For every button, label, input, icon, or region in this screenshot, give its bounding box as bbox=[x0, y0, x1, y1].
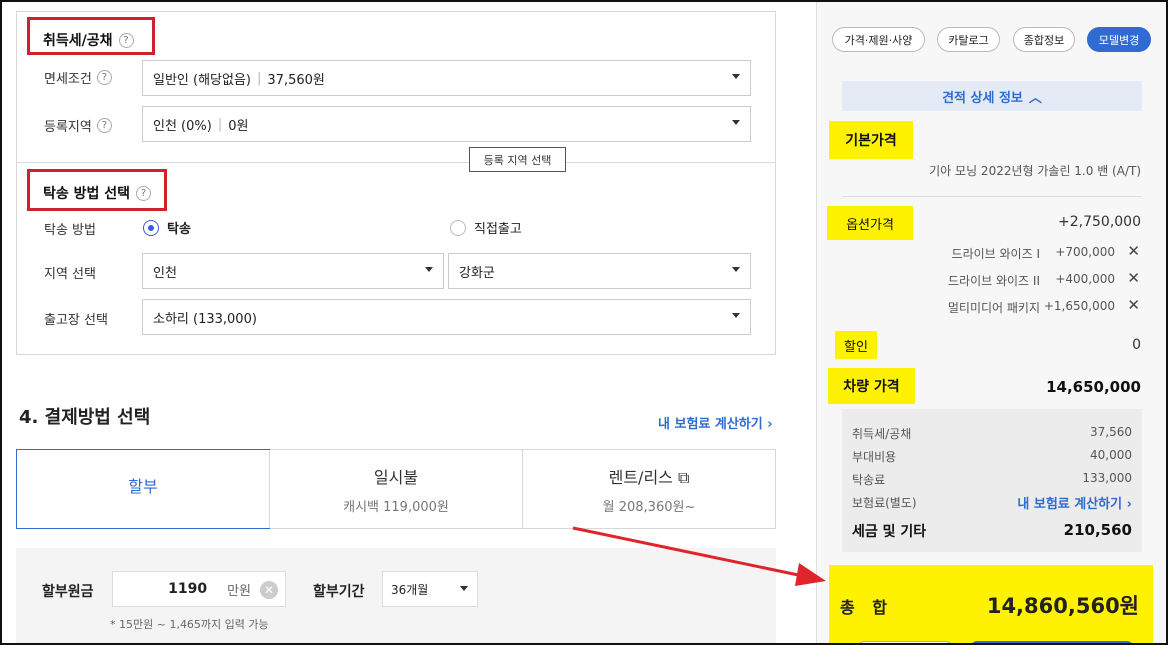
insurance-calc-link[interactable]: 내 보험료 계산하기 › bbox=[1017, 493, 1132, 512]
option-price: +700,000 bbox=[1055, 245, 1115, 259]
release-center-label: 출고장 선택 bbox=[44, 313, 108, 328]
help-icon[interactable]: ? bbox=[96, 70, 112, 85]
tax-exemption-select[interactable]: 일반인 (해당없음) | 37,560원 bbox=[142, 60, 751, 96]
spec-button[interactable]: 가격·제원·사양 bbox=[832, 27, 925, 52]
radio-direct-pickup[interactable]: 직접출고 bbox=[450, 218, 522, 237]
tab-lump-sum[interactable]: 일시불 캐시백 119,000원 bbox=[269, 450, 522, 528]
help-icon[interactable]: ? bbox=[136, 185, 152, 201]
registration-region-select[interactable]: 인천 (0%) | 0원 bbox=[142, 106, 751, 142]
tax-fee-box: 취득세/공채 37,560 부대비용 40,000 탁송료 133,000 보험… bbox=[842, 409, 1142, 552]
delivery-section-title: 탁송 방법 선택 ? bbox=[43, 183, 152, 203]
fee-value: 133,000 bbox=[1082, 471, 1132, 485]
primary-action-button[interactable] bbox=[971, 641, 1133, 645]
tax-exemption-label: 면세조건 ? bbox=[44, 68, 112, 87]
car-price-value: 14,650,000 bbox=[1046, 378, 1141, 396]
tab-installment[interactable]: 할부 bbox=[16, 449, 270, 529]
chevron-down-icon bbox=[732, 267, 740, 272]
remove-option-icon[interactable]: ✕ bbox=[1127, 269, 1140, 287]
chevron-down-icon bbox=[425, 267, 433, 272]
tax-total-value: 210,560 bbox=[1063, 521, 1132, 539]
secondary-action-button[interactable] bbox=[858, 641, 952, 645]
clear-icon[interactable]: ✕ bbox=[260, 581, 278, 599]
installment-panel: 할부원금 1190 만원 ✕ 할부기간 36개월 * 15만원 ~ 1,465까… bbox=[16, 548, 776, 645]
option-price-label: 옵션가격 bbox=[827, 206, 913, 240]
principal-label: 할부원금 bbox=[42, 584, 94, 600]
radio-checked-icon bbox=[143, 219, 159, 236]
section-divider bbox=[17, 162, 775, 163]
insurance-calc-link[interactable]: 내 보험료 계산하기 › bbox=[658, 413, 773, 432]
principal-input[interactable]: 1190 만원 ✕ bbox=[112, 571, 286, 607]
catalog-button[interactable]: 카탈로그 bbox=[937, 27, 1000, 52]
change-model-button[interactable]: 모델변경 bbox=[1087, 27, 1151, 52]
release-center-select[interactable]: 소하리 (133,000) bbox=[142, 299, 751, 335]
base-price-label: 기본가격 bbox=[829, 121, 913, 159]
detail-toggle[interactable]: 견적 상세 정보 ︿ bbox=[842, 81, 1142, 111]
tax-total-label: 세금 및 기타 bbox=[852, 524, 927, 540]
radio-unchecked-icon bbox=[450, 219, 466, 236]
principal-hint: * 15만원 ~ 1,465까지 입력 가능 bbox=[110, 618, 269, 631]
estimate-summary: 가격·제원·사양 카탈로그 종합정보 모델변경 견적 상세 정보 ︿ 기본가격 … bbox=[816, 0, 1168, 645]
radio-delivery[interactable]: 탁송 bbox=[143, 218, 191, 237]
chevron-down-icon bbox=[732, 313, 740, 318]
overview-button[interactable]: 종합정보 bbox=[1013, 27, 1075, 52]
district-select[interactable]: 강화군 bbox=[448, 253, 751, 289]
option-price: +1,650,000 bbox=[1043, 299, 1115, 313]
fee-name: 부대비용 bbox=[852, 450, 897, 464]
remove-option-icon[interactable]: ✕ bbox=[1127, 296, 1140, 314]
help-icon[interactable]: ? bbox=[96, 118, 112, 133]
option-name: 드라이브 와이즈 II bbox=[948, 274, 1040, 288]
base-price-desc: 기아 모닝 2022년형 가솔린 1.0 밴 (A/T) bbox=[929, 164, 1141, 178]
grand-total-label: 총 합 bbox=[840, 598, 894, 617]
period-select[interactable]: 36개월 bbox=[382, 571, 478, 607]
region-tooltip: 등록 지역 선택 bbox=[469, 147, 566, 172]
discount-label: 할인 bbox=[835, 331, 877, 359]
chevron-down-icon bbox=[732, 120, 740, 125]
discount-value: 0 bbox=[1132, 337, 1141, 353]
car-price-label: 차량 가격 bbox=[828, 368, 915, 404]
tax-section-title: 취득세/공채 ? bbox=[43, 30, 134, 50]
option-price-total: +2,750,000 bbox=[1058, 214, 1141, 230]
grand-total: 총 합 14,860,560원 bbox=[829, 565, 1153, 645]
payment-heading: 4. 결제방법 선택 bbox=[19, 407, 151, 428]
chevron-up-icon: ︿ bbox=[1028, 90, 1042, 106]
divider bbox=[842, 196, 1142, 197]
chevron-down-icon bbox=[460, 586, 468, 591]
fee-value: 40,000 bbox=[1090, 448, 1132, 462]
tab-rent-lease[interactable]: 렌트/리스 ⧉ 월 208,360원~ bbox=[522, 450, 775, 528]
fee-name: 탁송료 bbox=[852, 473, 886, 487]
region-label: 지역 선택 bbox=[44, 267, 96, 282]
payment-tabs: 할부 일시불 캐시백 119,000원 렌트/리스 ⧉ 월 208,360원~ bbox=[16, 449, 776, 529]
registration-region-label: 등록지역 ? bbox=[44, 116, 112, 135]
option-price: +400,000 bbox=[1055, 272, 1115, 286]
region-select[interactable]: 인천 bbox=[142, 253, 444, 289]
tax-delivery-box: 취득세/공채 ? 면세조건 ? 일반인 (해당없음) | 37,560원 등록지역 … bbox=[16, 11, 776, 355]
period-label: 할부기간 bbox=[313, 584, 365, 600]
delivery-method-label: 탁송 방법 bbox=[44, 223, 96, 238]
remove-option-icon[interactable]: ✕ bbox=[1127, 242, 1140, 260]
insurance-label: 보험료(별도) bbox=[852, 496, 917, 510]
grand-total-value: 14,860,560원 bbox=[986, 594, 1139, 618]
chevron-down-icon bbox=[732, 74, 740, 79]
estimate-form: 취득세/공채 ? 면세조건 ? 일반인 (해당없음) | 37,560원 등록지역 … bbox=[0, 0, 816, 645]
help-icon[interactable]: ? bbox=[118, 32, 134, 48]
option-name: 드라이브 와이즈 I bbox=[951, 247, 1040, 261]
fee-name: 취득세/공채 bbox=[852, 427, 912, 441]
option-name: 멀티미디어 패키지 bbox=[947, 301, 1040, 315]
fee-value: 37,560 bbox=[1090, 425, 1132, 439]
